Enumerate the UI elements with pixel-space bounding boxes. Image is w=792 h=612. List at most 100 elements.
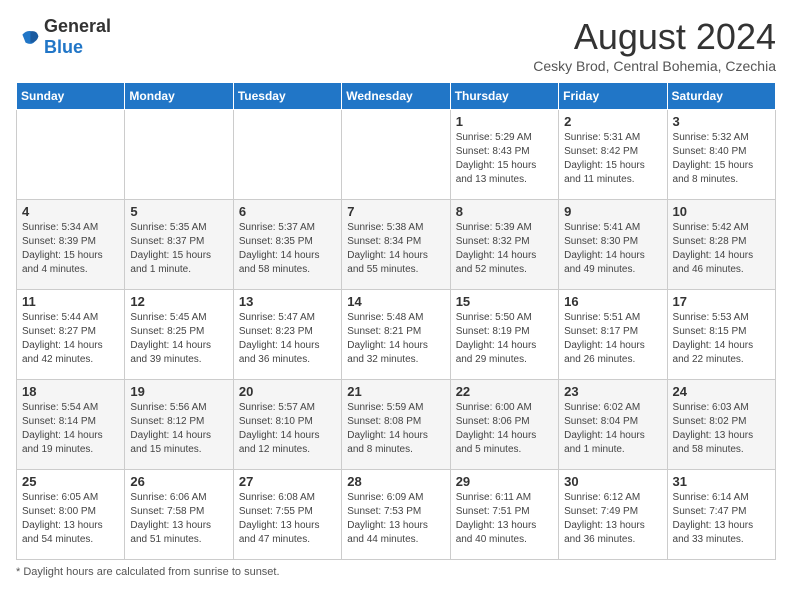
day-info: Sunrise: 5:54 AM Sunset: 8:14 PM Dayligh… [22, 401, 119, 457]
calendar-cell: 6Sunrise: 5:37 AM Sunset: 8:35 PM Daylig… [233, 200, 341, 290]
calendar-cell: 8 Sunrise: 5:39 AM Sunset: 8:32 PM Daylig… [450, 200, 558, 290]
day-header-monday: Monday [125, 83, 233, 110]
calendar-cell: 15Sunrise: 5:50 AM Sunset: 8:19 PM Dayli… [450, 290, 558, 380]
day-number: 29 [456, 474, 553, 489]
week-row-1: 1 Sunrise: 5:29 AM Sunset: 8:43 PM Daylig… [17, 110, 776, 200]
day-info: Sunrise: 5:59 AM Sunset: 8:08 PM Dayligh… [347, 401, 444, 457]
day-number: 12 [130, 294, 227, 309]
day-info: Sunrise: 6:02 AM Sunset: 8:04 PM Dayligh… [564, 401, 661, 457]
footer-note: * Daylight hours are calculated from sun… [16, 566, 776, 578]
day-number: 27 [239, 474, 336, 489]
week-row-5: 25 Sunrise: 6:05 AM Sunset: 8:00 PM Dayli… [17, 470, 776, 560]
day-info: Sunrise: 6:09 AM Sunset: 7:53 PM Dayligh… [347, 491, 444, 547]
day-info: Sunrise: 5:53 AM Sunset: 8:15 PM Dayligh… [673, 311, 770, 367]
calendar-cell: 29 Sunrise: 6:11 AM Sunset: 7:51 PM Dayli… [450, 470, 558, 560]
location: Cesky Brod, Central Bohemia, Czechia [533, 58, 776, 74]
day-header-saturday: Saturday [667, 83, 775, 110]
day-info: Sunrise: 5:37 AM Sunset: 8:35 PM Dayligh… [239, 221, 336, 277]
logo-text: General Blue [44, 16, 111, 58]
calendar-cell: 11 Sunrise: 5:44 AM Sunset: 8:27 PM Dayli… [17, 290, 125, 380]
calendar-cell: 21 Sunrise: 5:59 AM Sunset: 8:08 PM Dayli… [342, 380, 450, 470]
calendar-cell: 28Sunrise: 6:09 AM Sunset: 7:53 PM Dayli… [342, 470, 450, 560]
calendar-cell: 31 Sunrise: 6:14 AM Sunset: 7:47 PM Dayli… [667, 470, 775, 560]
page-header: General Blue August 2024 Cesky Brod, Cen… [16, 16, 776, 74]
day-info: Sunrise: 6:06 AM Sunset: 7:58 PM Dayligh… [130, 491, 227, 547]
day-info: Sunrise: 6:11 AM Sunset: 7:51 PM Dayligh… [456, 491, 553, 547]
day-info: Sunrise: 5:45 AM Sunset: 8:25 PM Dayligh… [130, 311, 227, 367]
calendar-cell: 13Sunrise: 5:47 AM Sunset: 8:23 PM Dayli… [233, 290, 341, 380]
calendar-cell: 20Sunrise: 5:57 AM Sunset: 8:10 PM Dayli… [233, 380, 341, 470]
calendar-cell: 30 Sunrise: 6:12 AM Sunset: 7:49 PM Dayli… [559, 470, 667, 560]
day-number: 7 [347, 204, 444, 219]
day-number: 23 [564, 384, 661, 399]
calendar-cell: 3Sunrise: 5:32 AM Sunset: 8:40 PM Daylig… [667, 110, 775, 200]
day-info: Sunrise: 5:51 AM Sunset: 8:17 PM Dayligh… [564, 311, 661, 367]
day-number: 4 [22, 204, 119, 219]
day-number: 25 [22, 474, 119, 489]
calendar-cell: 10 Sunrise: 5:42 AM Sunset: 8:28 PM Dayli… [667, 200, 775, 290]
calendar-cell: 18 Sunrise: 5:54 AM Sunset: 8:14 PM Dayli… [17, 380, 125, 470]
day-header-wednesday: Wednesday [342, 83, 450, 110]
day-info: Sunrise: 5:41 AM Sunset: 8:30 PM Dayligh… [564, 221, 661, 277]
calendar-cell: 7Sunrise: 5:38 AM Sunset: 8:34 PM Daylig… [342, 200, 450, 290]
day-number: 8 [456, 204, 553, 219]
day-header-thursday: Thursday [450, 83, 558, 110]
calendar-cell: 26Sunrise: 6:06 AM Sunset: 7:58 PM Dayli… [125, 470, 233, 560]
calendar-table: SundayMondayTuesdayWednesdayThursdayFrid… [16, 82, 776, 560]
week-row-3: 11 Sunrise: 5:44 AM Sunset: 8:27 PM Dayli… [17, 290, 776, 380]
calendar-cell [233, 110, 341, 200]
day-info: Sunrise: 5:44 AM Sunset: 8:27 PM Dayligh… [22, 311, 119, 367]
day-info: Sunrise: 5:50 AM Sunset: 8:19 PM Dayligh… [456, 311, 553, 367]
day-number: 16 [564, 294, 661, 309]
calendar-cell: 16 Sunrise: 5:51 AM Sunset: 8:17 PM Dayli… [559, 290, 667, 380]
calendar-cell: 25 Sunrise: 6:05 AM Sunset: 8:00 PM Dayli… [17, 470, 125, 560]
day-info: Sunrise: 6:03 AM Sunset: 8:02 PM Dayligh… [673, 401, 770, 457]
day-number: 9 [564, 204, 661, 219]
day-header-tuesday: Tuesday [233, 83, 341, 110]
day-info: Sunrise: 6:00 AM Sunset: 8:06 PM Dayligh… [456, 401, 553, 457]
day-info: Sunrise: 6:05 AM Sunset: 8:00 PM Dayligh… [22, 491, 119, 547]
calendar-cell: 9 Sunrise: 5:41 AM Sunset: 8:30 PM Daylig… [559, 200, 667, 290]
day-info: Sunrise: 6:14 AM Sunset: 7:47 PM Dayligh… [673, 491, 770, 547]
day-info: Sunrise: 5:35 AM Sunset: 8:37 PM Dayligh… [130, 221, 227, 277]
calendar-cell [342, 110, 450, 200]
day-number: 24 [673, 384, 770, 399]
day-info: Sunrise: 6:08 AM Sunset: 7:55 PM Dayligh… [239, 491, 336, 547]
day-number: 31 [673, 474, 770, 489]
day-info: Sunrise: 5:31 AM Sunset: 8:42 PM Dayligh… [564, 131, 661, 187]
week-row-2: 4 Sunrise: 5:34 AM Sunset: 8:39 PM Daylig… [17, 200, 776, 290]
calendar-cell: 27 Sunrise: 6:08 AM Sunset: 7:55 PM Dayli… [233, 470, 341, 560]
day-info: Sunrise: 5:34 AM Sunset: 8:39 PM Dayligh… [22, 221, 119, 277]
day-number: 10 [673, 204, 770, 219]
day-number: 14 [347, 294, 444, 309]
calendar-cell: 17 Sunrise: 5:53 AM Sunset: 8:15 PM Dayli… [667, 290, 775, 380]
day-info: Sunrise: 5:56 AM Sunset: 8:12 PM Dayligh… [130, 401, 227, 457]
day-header-friday: Friday [559, 83, 667, 110]
calendar-cell: 2 Sunrise: 5:31 AM Sunset: 8:42 PM Daylig… [559, 110, 667, 200]
day-header-sunday: Sunday [17, 83, 125, 110]
day-info: Sunrise: 5:29 AM Sunset: 8:43 PM Dayligh… [456, 131, 553, 187]
day-info: Sunrise: 6:12 AM Sunset: 7:49 PM Dayligh… [564, 491, 661, 547]
calendar-cell [17, 110, 125, 200]
day-info: Sunrise: 5:42 AM Sunset: 8:28 PM Dayligh… [673, 221, 770, 277]
calendar-cell: 12 Sunrise: 5:45 AM Sunset: 8:25 PM Dayli… [125, 290, 233, 380]
day-number: 30 [564, 474, 661, 489]
day-number: 19 [130, 384, 227, 399]
calendar-cell: 23 Sunrise: 6:02 AM Sunset: 8:04 PM Dayli… [559, 380, 667, 470]
calendar-cell: 4 Sunrise: 5:34 AM Sunset: 8:39 PM Daylig… [17, 200, 125, 290]
logo: General Blue [16, 16, 111, 58]
day-number: 1 [456, 114, 553, 129]
day-number: 11 [22, 294, 119, 309]
calendar-cell: 14Sunrise: 5:48 AM Sunset: 8:21 PM Dayli… [342, 290, 450, 380]
day-number: 20 [239, 384, 336, 399]
calendar-cell: 1 Sunrise: 5:29 AM Sunset: 8:43 PM Daylig… [450, 110, 558, 200]
day-info: Sunrise: 5:39 AM Sunset: 8:32 PM Dayligh… [456, 221, 553, 277]
day-number: 18 [22, 384, 119, 399]
day-number: 17 [673, 294, 770, 309]
day-number: 3 [673, 114, 770, 129]
day-number: 21 [347, 384, 444, 399]
calendar-cell: 24 Sunrise: 6:03 AM Sunset: 8:02 PM Dayli… [667, 380, 775, 470]
logo-general: General [44, 16, 111, 36]
logo-icon [16, 25, 40, 49]
day-number: 2 [564, 114, 661, 129]
